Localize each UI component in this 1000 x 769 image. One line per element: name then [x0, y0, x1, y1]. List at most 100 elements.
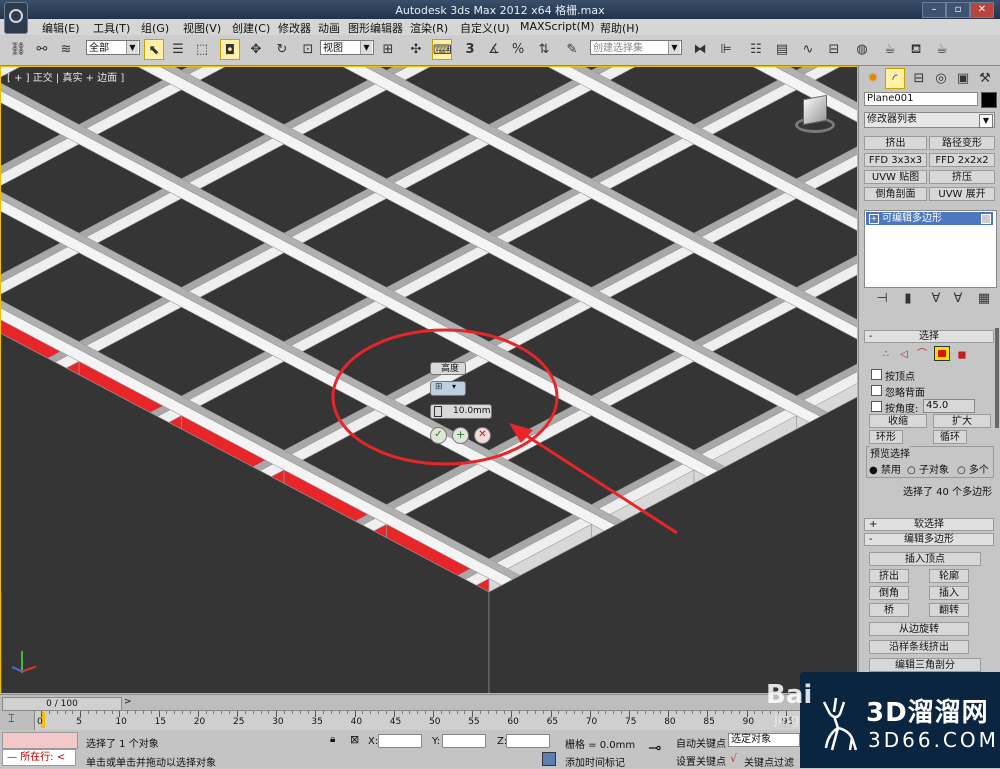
extrude-along-spline-button[interactable]: 沿样条线挤出	[869, 640, 969, 654]
grow-button[interactable]: 扩大	[933, 414, 991, 428]
object-color-swatch[interactable]	[981, 92, 997, 108]
hinge-from-edge-button[interactable]: 从边旋转	[869, 622, 969, 636]
absolute-mode-icon[interactable]: ⊠	[350, 733, 359, 746]
pivot-center-icon[interactable]: ⊞	[378, 39, 398, 60]
selection-rollout-header[interactable]: - 选择	[864, 330, 994, 343]
key-mode-dropdown[interactable]: 选定对象	[728, 733, 800, 747]
z-coordinate-field[interactable]	[506, 734, 550, 748]
menu-rendering[interactable]: 渲染(R)	[410, 20, 448, 36]
menu-customize[interactable]: 自定义(U)	[460, 20, 510, 36]
snaps-toggle-icon[interactable]: 3	[460, 39, 480, 60]
expand-icon[interactable]: +	[869, 214, 879, 224]
link-icon[interactable]: ⛓	[8, 39, 28, 60]
viewport-label[interactable]: [ + ] 正交 | 真实 + 边面 ]	[7, 69, 124, 84]
utilities-tab-icon[interactable]: ⚒	[975, 68, 995, 89]
caddy-group-dropdown[interactable]: ⊞ ▾	[430, 381, 466, 396]
menu-views[interactable]: 视图(V)	[183, 20, 221, 36]
motion-tab-icon[interactable]: ◎	[931, 68, 951, 89]
configure-sets-icon[interactable]: ▦	[974, 292, 994, 306]
create-tab-icon[interactable]: ✹	[863, 68, 883, 89]
menu-tools[interactable]: 工具(T)	[93, 20, 130, 36]
layer-manager-icon[interactable]: ☷	[746, 39, 766, 60]
window-crossing-icon[interactable]: ◘	[220, 39, 240, 60]
panel-scrollbar[interactable]	[995, 328, 999, 428]
element-level-icon[interactable]: ◼	[952, 344, 972, 365]
reference-coord-dropdown[interactable]: 视图 ▼	[320, 40, 374, 55]
perspective-viewport[interactable]: [ + ] 正交 | 真实 + 边面 ] 高度 ⊞ ▾ 10.0mm ✓ + ✕	[0, 66, 858, 694]
remove-modifier-icon[interactable]: ∀	[948, 292, 968, 306]
make-unique-icon[interactable]: ∀	[926, 292, 946, 306]
mod-squeeze-button[interactable]: 挤压	[929, 170, 995, 184]
extrude-button[interactable]: 挤出	[869, 569, 909, 583]
border-level-icon[interactable]: ⌒	[912, 344, 932, 365]
menu-modifiers[interactable]: 修改器	[278, 20, 311, 36]
menu-animation[interactable]: 动画	[318, 20, 340, 36]
mod-ffd3-button[interactable]: FFD 3x3x3	[864, 153, 927, 167]
ignore-backfacing-checkbox[interactable]	[871, 385, 882, 396]
preview-disabled-radio[interactable]: ● 禁用	[869, 461, 901, 476]
ring-button[interactable]: 环形	[869, 430, 903, 444]
mod-path-deform-button[interactable]: 路径变形	[929, 136, 995, 150]
key-filters-button[interactable]: 关键点过滤	[744, 754, 794, 769]
bevel-button[interactable]: 倒角	[869, 586, 909, 600]
angle-snap-icon[interactable]: ∡	[484, 39, 504, 60]
show-end-result-icon[interactable]: ▮	[898, 292, 918, 306]
time-slider[interactable]: 0 / 100	[2, 697, 122, 711]
y-coordinate-field[interactable]	[442, 734, 486, 748]
select-by-name-icon[interactable]: ☰	[168, 39, 188, 60]
edge-level-icon[interactable]: ◁	[894, 344, 914, 365]
lock-icon[interactable]: 🔒︎	[330, 734, 335, 745]
auto-key-button[interactable]: 自动关键点	[676, 735, 726, 750]
keyboard-shortcut-toggle-icon[interactable]: ⌨	[432, 39, 452, 60]
caddy-height-input[interactable]: 10.0mm	[430, 404, 492, 419]
material-editor-icon[interactable]: ◍	[852, 39, 872, 60]
close-button[interactable]: ✕	[970, 2, 994, 18]
angle-spinner[interactable]: 45.0	[923, 399, 975, 413]
object-name-field[interactable]: Plane001	[864, 92, 978, 106]
x-coordinate-field[interactable]	[378, 734, 422, 748]
rotate-icon[interactable]: ↻	[272, 39, 292, 60]
menu-maxscript[interactable]: MAXScript(M)	[520, 20, 595, 33]
set-key-icon[interactable]: ⊸	[648, 738, 661, 757]
unlink-icon[interactable]: ⚯	[32, 39, 52, 60]
select-manipulate-icon[interactable]: ✣	[406, 39, 426, 60]
set-key-label[interactable]: 设置关键点	[676, 753, 726, 768]
rect-selection-icon[interactable]: ⬚	[192, 39, 212, 60]
menu-help[interactable]: 帮助(H)	[600, 20, 639, 36]
caddy-apply-icon[interactable]: +	[452, 427, 469, 444]
track-bar[interactable]: 0 5 10 15 20 25 30 35 40 45 50 55 60 65 70 75 80 85 90 95	[34, 710, 826, 732]
minimize-button[interactable]: –	[922, 2, 946, 18]
percent-snap-icon[interactable]: %	[508, 39, 528, 60]
mod-bevel-profile-button[interactable]: 倒角剖面	[864, 187, 927, 201]
caddy-ok-icon[interactable]: ✓	[430, 427, 447, 444]
mod-ffd2-button[interactable]: FFD 2x2x2	[929, 153, 995, 167]
slider-next-icon[interactable]: >	[124, 697, 132, 707]
flip-button[interactable]: 翻转	[929, 603, 969, 617]
shrink-button[interactable]: 收缩	[869, 414, 927, 428]
modifier-list-dropdown[interactable]: 修改器列表 ▼	[864, 112, 995, 128]
preview-multi-radio[interactable]: ○ 多个	[957, 461, 989, 476]
by-vertex-checkbox[interactable]	[871, 369, 882, 380]
graphite-ribbon-icon[interactable]: ▤	[772, 39, 792, 60]
mirror-icon[interactable]: ⧓	[690, 39, 710, 60]
schematic-view-icon[interactable]: ⊟	[824, 39, 844, 60]
menu-create[interactable]: 创建(C)	[232, 20, 270, 36]
soft-selection-rollout-header[interactable]: + 软选择	[864, 518, 994, 531]
bridge-button[interactable]: 桥	[869, 603, 909, 617]
menu-graph-editors[interactable]: 图形编辑器	[348, 20, 403, 36]
edit-named-sel-icon[interactable]: ✎	[562, 39, 582, 60]
mini-curve-icon[interactable]: ⌶	[8, 712, 26, 726]
scale-icon[interactable]: ⊡	[298, 39, 318, 60]
app-logo-button[interactable]	[4, 2, 28, 34]
loop-button[interactable]: 循环	[933, 430, 967, 444]
move-icon[interactable]: ✥	[246, 39, 266, 60]
menu-edit[interactable]: 编辑(E)	[42, 20, 80, 36]
stack-light-icon[interactable]	[981, 214, 991, 224]
vertex-level-icon[interactable]: ∴	[876, 344, 896, 365]
preview-subobject-radio[interactable]: ○ 子对象	[907, 461, 949, 476]
hierarchy-tab-icon[interactable]: ⊟	[909, 68, 929, 89]
insert-vertex-button[interactable]: 插入顶点	[869, 552, 981, 566]
mod-uvw-map-button[interactable]: UVW 贴图	[864, 170, 927, 184]
named-selection-set-dropdown[interactable]: 创建选择集 ▼	[590, 40, 682, 55]
curve-editor-icon[interactable]: ∿	[798, 39, 818, 60]
